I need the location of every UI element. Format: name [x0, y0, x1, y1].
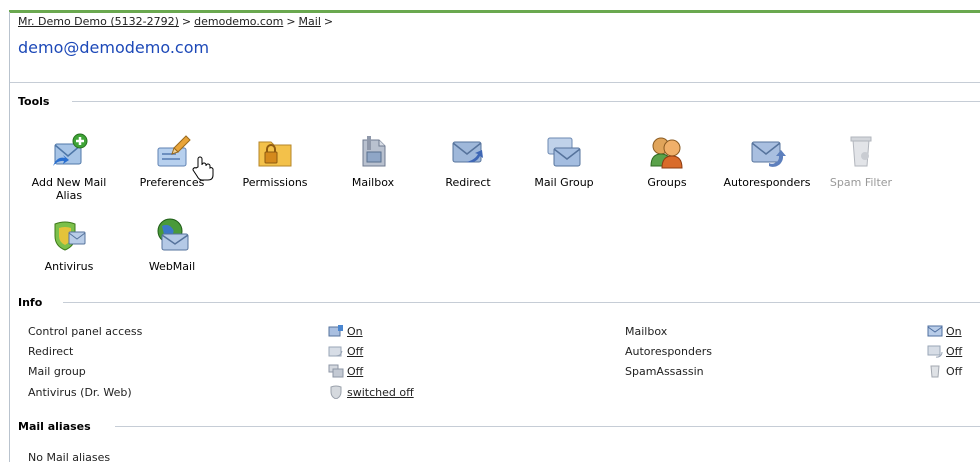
tool-label: Groups	[647, 176, 687, 189]
mailbox-toggle[interactable]: On	[946, 325, 962, 338]
antivirus-toggle[interactable]: switched off	[347, 386, 414, 399]
tool-label: Mailbox	[351, 176, 395, 189]
tools-heading-rule	[72, 101, 980, 102]
info-value-mail-group: Off	[328, 364, 363, 378]
info-label-mailbox: Mailbox	[625, 325, 668, 338]
info-heading: Info	[18, 296, 43, 309]
tool-label: Autoresponders	[723, 176, 811, 189]
hand-cursor-icon	[192, 156, 214, 181]
groups-icon	[650, 137, 683, 169]
redirect-toggle[interactable]: Off	[347, 345, 363, 358]
tool-groups[interactable]: Groups	[619, 132, 715, 189]
header-divider	[10, 82, 980, 83]
tool-antivirus[interactable]: Antivirus	[21, 216, 117, 273]
mail-group-toggle[interactable]: Off	[347, 365, 363, 378]
info-heading-rule	[63, 302, 980, 303]
breadcrumb-separator: >	[181, 15, 192, 28]
antivirus-status-icon	[330, 385, 342, 399]
info-label-control-panel-access: Control panel access	[28, 325, 143, 338]
control-panel-access-icon	[328, 325, 343, 337]
webmail-icon	[157, 218, 189, 251]
tool-label: Permissions	[242, 176, 308, 189]
autoresponders-status-icon	[927, 345, 943, 358]
info-value-mailbox: On	[927, 324, 962, 338]
window-top-border	[9, 10, 980, 13]
info-label-redirect: Redirect	[28, 345, 74, 358]
breadcrumb: Mr. Demo Demo (5132-2792) > demodemo.com > M…	[18, 15, 336, 28]
mail-aliases-heading: Mail aliases	[18, 420, 91, 433]
page-title: demo@demodemo.com	[18, 38, 210, 57]
mailbox-status-icon	[927, 325, 943, 337]
mail-group-icon	[547, 137, 581, 167]
tool-autoresponders[interactable]: Autoresponders	[719, 132, 815, 189]
tool-label: Spam Filter	[829, 176, 893, 189]
permissions-folder-icon	[258, 141, 292, 167]
info-value-autoresponders: Off	[927, 344, 962, 358]
info-value-redirect: Off	[328, 344, 363, 358]
spamassassin-status-icon	[930, 365, 940, 378]
tool-mailbox[interactable]: Mailbox	[325, 132, 421, 189]
info-value-spamassassin: Off	[927, 364, 962, 378]
mailbox-icon	[362, 136, 386, 167]
autoresponders-icon	[751, 141, 786, 167]
info-label-autoresponders: Autoresponders	[625, 345, 713, 358]
breadcrumb-client[interactable]: Mr. Demo Demo (5132-2792)	[18, 15, 179, 28]
window-left-border	[9, 12, 10, 462]
tool-webmail[interactable]: WebMail	[124, 216, 220, 273]
control-panel-access-toggle[interactable]: On	[347, 325, 363, 338]
tool-label: WebMail	[148, 260, 196, 273]
tool-permissions[interactable]: Permissions	[227, 132, 323, 189]
tool-add-new-mail-alias[interactable]: Add New Mail Alias	[21, 132, 117, 202]
info-label-spamassassin: SpamAssassin	[625, 365, 704, 378]
mail-aliases-empty-text: No Mail aliases	[28, 451, 111, 464]
tool-mail-group[interactable]: Mail Group	[516, 132, 612, 189]
preferences-icon	[157, 135, 191, 167]
info-label-antivirus: Antivirus (Dr. Web)	[28, 386, 132, 399]
tool-label: Antivirus	[44, 260, 94, 273]
info-value-antivirus: switched off	[328, 385, 414, 399]
tool-spam-filter: Spam Filter	[813, 132, 909, 189]
tool-label: Add New Mail Alias	[31, 176, 107, 202]
info-value-control-panel-access: On	[328, 324, 363, 338]
breadcrumb-separator: >	[286, 15, 296, 28]
tool-label: Mail Group	[534, 176, 594, 189]
redirect-status-icon	[328, 346, 343, 357]
add-mail-alias-icon	[53, 133, 88, 166]
info-label-mail-group: Mail group	[28, 365, 86, 378]
breadcrumb-domain[interactable]: demodemo.com	[194, 15, 283, 28]
mail-aliases-heading-rule	[115, 426, 980, 427]
antivirus-icon	[54, 221, 86, 251]
breadcrumb-mail[interactable]: Mail	[299, 15, 321, 28]
tool-redirect[interactable]: Redirect	[420, 132, 516, 189]
spam-filter-icon	[850, 136, 872, 167]
tools-heading: Tools	[18, 95, 50, 108]
redirect-icon	[452, 141, 483, 163]
spamassassin-value: Off	[946, 364, 963, 378]
autoresponders-toggle[interactable]: Off	[946, 345, 962, 358]
mail-group-status-icon	[328, 364, 344, 378]
tool-label: Redirect	[445, 176, 491, 189]
breadcrumb-separator: >	[323, 15, 334, 28]
